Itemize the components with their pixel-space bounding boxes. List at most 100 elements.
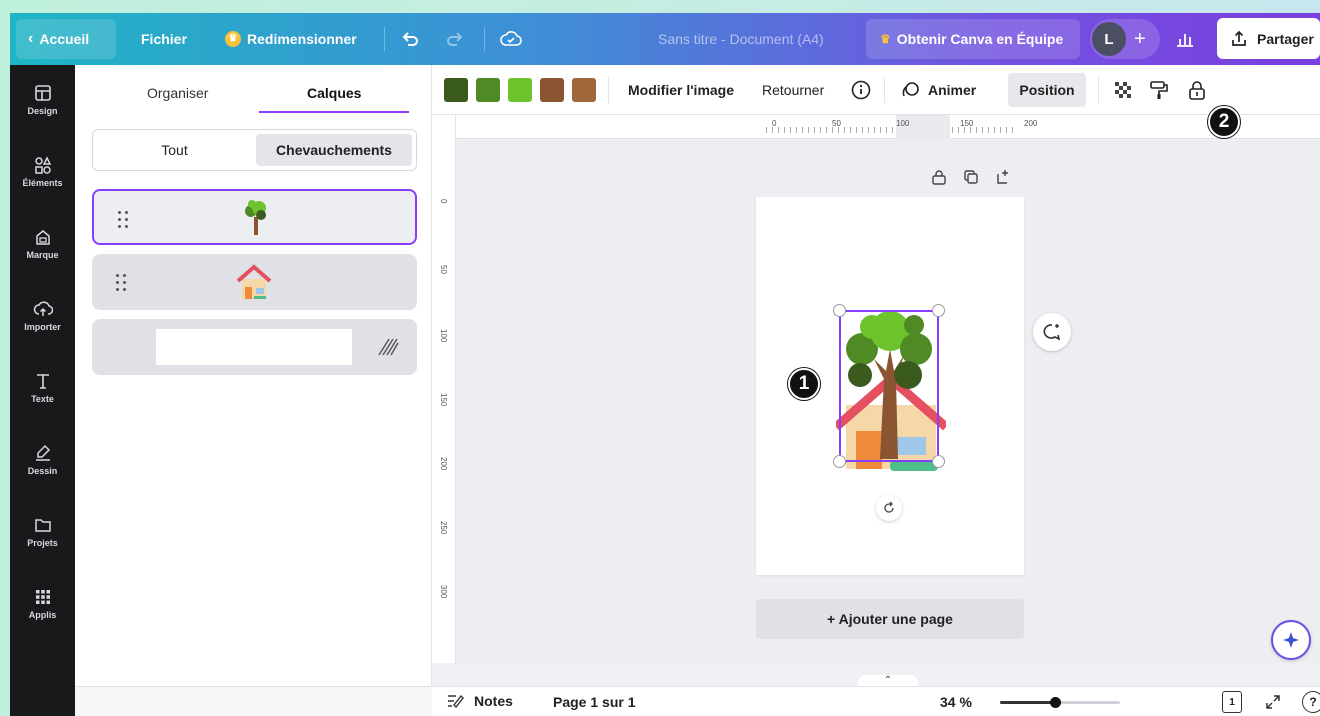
- edit-image-button[interactable]: Modifier l'image: [628, 65, 734, 115]
- page-grid-button[interactable]: 1: [1222, 691, 1242, 713]
- copy-style-button[interactable]: [1148, 65, 1170, 115]
- fullscreen-button[interactable]: [1264, 693, 1282, 714]
- zoom-level: 34 %: [940, 694, 972, 710]
- shapes-icon: [34, 156, 51, 174]
- color-swatch[interactable]: [444, 78, 468, 102]
- color-swatch[interactable]: [508, 78, 532, 102]
- lock-icon: [1189, 81, 1205, 100]
- drag-handle-icon[interactable]: [118, 211, 130, 229]
- horizontal-ruler: 0 50 100 150 200: [456, 115, 1320, 139]
- resize-handle[interactable]: [932, 455, 945, 468]
- transparency-checker-icon: [1115, 82, 1131, 98]
- ruler-label: 150: [439, 393, 448, 407]
- undo-icon: [402, 32, 418, 46]
- zoom-slider-track[interactable]: [1000, 697, 1120, 708]
- layer-item-tree[interactable]: [92, 189, 417, 245]
- transparency-pattern-icon: [378, 338, 399, 356]
- paint-roller-icon: [1150, 81, 1168, 99]
- ruler-label: 50: [832, 119, 841, 128]
- animate-button[interactable]: Animer: [900, 65, 976, 115]
- crown-icon: ♛: [880, 32, 891, 46]
- add-page-icon[interactable]: [994, 168, 1012, 186]
- rail-item-projects[interactable]: Projets: [10, 515, 75, 548]
- comment-button[interactable]: [1033, 313, 1071, 351]
- layer-item-house[interactable]: [92, 254, 417, 310]
- layers-panel: Organiser Calques Tout Chevauchements: [75, 65, 432, 716]
- magic-assistant-button[interactable]: [1271, 620, 1311, 660]
- comment-add-icon: [1043, 324, 1061, 341]
- color-swatch[interactable]: [540, 78, 564, 102]
- apps-grid-icon: [35, 590, 50, 604]
- position-button[interactable]: Position: [1008, 73, 1086, 107]
- zoom-slider-thumb[interactable]: [1050, 697, 1061, 708]
- layout-icon: [34, 85, 51, 101]
- share-button[interactable]: Partager: [1217, 18, 1320, 59]
- rail-item-upload[interactable]: Importer: [10, 299, 75, 332]
- help-button[interactable]: ?: [1302, 691, 1320, 713]
- sparkle-icon: [1283, 632, 1299, 648]
- rotate-handle[interactable]: [876, 495, 902, 521]
- ruler-label: 300: [439, 585, 448, 599]
- filter-overlaps[interactable]: Chevauchements: [256, 134, 412, 166]
- ruler-label: 0: [772, 119, 777, 128]
- resize-handle[interactable]: [833, 304, 846, 317]
- brand-icon: [35, 230, 50, 245]
- divider: [608, 77, 609, 103]
- ruler-label: 50: [439, 265, 448, 274]
- panel-tabs: Organiser Calques: [75, 65, 432, 117]
- rail-item-elements[interactable]: Éléments: [10, 155, 75, 188]
- page-actions: [930, 168, 1012, 186]
- avatar[interactable]: L: [1092, 22, 1126, 56]
- rail-item-draw[interactable]: Dessin: [10, 443, 75, 476]
- page-indicator: Page 1 sur 1: [553, 694, 636, 710]
- ruler-label: 100: [896, 119, 910, 128]
- rail-item-brand[interactable]: Marque: [10, 227, 75, 260]
- drag-handle-icon[interactable]: [116, 274, 128, 292]
- rail-item-apps[interactable]: Applis: [10, 587, 75, 620]
- panel-footer: [75, 686, 432, 716]
- divider: [1098, 77, 1099, 103]
- add-collaborator-button[interactable]: +: [1134, 13, 1146, 65]
- save-status-button[interactable]: [500, 13, 522, 65]
- resize-handle[interactable]: [833, 455, 846, 468]
- add-page-button[interactable]: + Ajouter une page: [756, 599, 1024, 639]
- share-upload-icon: [1232, 30, 1246, 46]
- animate-icon: [902, 82, 919, 97]
- cloud-check-icon: [500, 31, 522, 46]
- lock-page-icon[interactable]: [930, 168, 948, 186]
- notes-icon: [448, 694, 464, 709]
- ruler-label: 200: [1024, 119, 1038, 128]
- rail-item-text[interactable]: Texte: [10, 371, 75, 404]
- resize-handle[interactable]: [932, 304, 945, 317]
- layer-item-background[interactable]: [92, 319, 417, 375]
- color-swatch[interactable]: [572, 78, 596, 102]
- rail-item-design[interactable]: Design: [10, 83, 75, 116]
- flip-button[interactable]: Retourner: [762, 65, 824, 115]
- duplicate-page-icon[interactable]: [962, 168, 980, 186]
- insights-button[interactable]: [1174, 13, 1196, 65]
- color-swatch[interactable]: [476, 78, 500, 102]
- ruler-label: 250: [439, 521, 448, 535]
- upload-cloud-icon: [33, 301, 53, 316]
- info-button[interactable]: [850, 65, 872, 115]
- resize-button[interactable]: ♛ Redimensionner: [225, 13, 357, 65]
- folder-icon: [34, 519, 51, 532]
- notes-button[interactable]: Notes: [446, 692, 513, 710]
- redo-button[interactable]: [445, 13, 465, 65]
- ruler-ticks: [766, 127, 1016, 133]
- expand-icon: [1266, 695, 1280, 709]
- lock-button[interactable]: [1186, 65, 1208, 115]
- top-bar: ‹ Accueil Fichier ♛ Redimensionner Sans …: [10, 13, 1320, 65]
- undo-button[interactable]: [400, 13, 420, 65]
- transparency-button[interactable]: [1112, 65, 1134, 115]
- tab-organize[interactable]: Organiser: [147, 85, 208, 101]
- tree-thumbnail-icon: [245, 200, 266, 235]
- divider: [484, 27, 485, 51]
- filter-all[interactable]: Tout: [97, 134, 252, 166]
- back-button[interactable]: ‹ Accueil: [28, 13, 89, 65]
- tab-layers[interactable]: Calques: [307, 85, 361, 101]
- team-upgrade-button[interactable]: ♛ Obtenir Canva en Équipe: [880, 13, 1063, 65]
- file-menu[interactable]: Fichier: [141, 13, 187, 65]
- document-title[interactable]: Sans titre - Document (A4): [658, 13, 824, 65]
- divider: [384, 27, 385, 51]
